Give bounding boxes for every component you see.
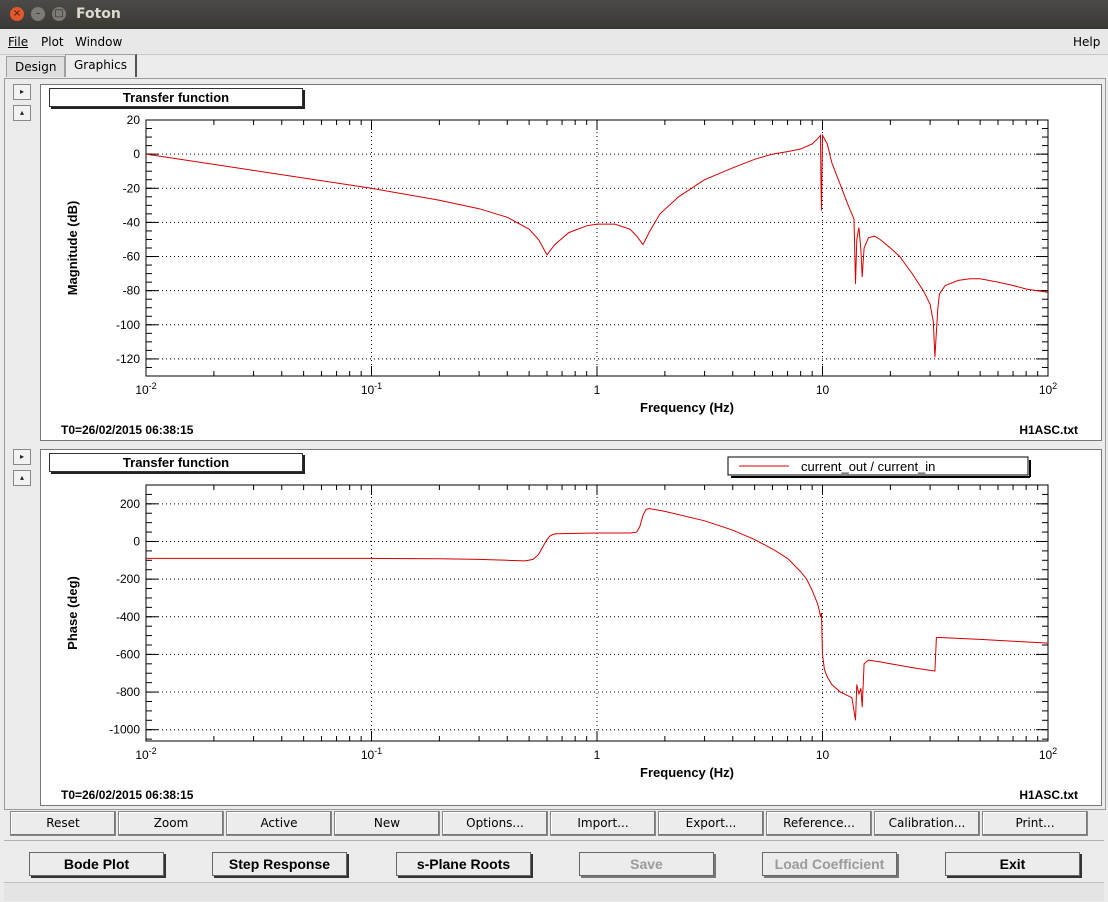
y-tick-label: -200 xyxy=(116,572,140,586)
reference-button[interactable]: Reference... xyxy=(766,811,872,836)
x-tick-label: 102 xyxy=(1039,746,1057,762)
y-tick-label: -120 xyxy=(116,352,140,366)
x-tick-label: 1 xyxy=(594,748,601,762)
export-button[interactable]: Export... xyxy=(658,811,764,836)
menu-help[interactable]: Help xyxy=(1073,35,1100,49)
s-plane-roots-button[interactable]: s-Plane Roots xyxy=(396,852,531,876)
bode-plot-button[interactable]: Bode Plot xyxy=(29,852,164,876)
menu-bar: File Plot Window Help xyxy=(0,29,1108,55)
menu-file[interactable]: File xyxy=(8,35,28,49)
x-axis-label: Frequency (Hz) xyxy=(640,400,734,415)
x-tick-label: 10-1 xyxy=(361,746,382,762)
y-tick-label: -400 xyxy=(116,610,140,624)
filename-label: H1ASC.txt xyxy=(1019,423,1078,437)
y-tick-label: 200 xyxy=(120,497,140,511)
close-icon[interactable]: × xyxy=(10,7,24,21)
y-axis-label: Magnitude (dB) xyxy=(65,201,80,296)
phase-plot-pad[interactable]: Transfer function 200 0 -200 -400 -600 -800 -1… xyxy=(40,449,1102,806)
new-button[interactable]: New xyxy=(334,811,440,836)
timestamp-label: T0=26/02/2015 06:38:15 xyxy=(61,788,194,802)
expand-icon[interactable]: ▸ xyxy=(13,449,31,465)
action-bar: Bode Plot Step Response s-Plane Roots Sa… xyxy=(4,840,1104,881)
y-tick-label: -800 xyxy=(116,685,140,699)
magnitude-plot-pad[interactable]: Transfer function 20 0 -20 -40 -60 -80 -100 -12… xyxy=(40,84,1102,441)
y-tick-label: -80 xyxy=(123,284,141,298)
legend-label: current_out / current_in xyxy=(801,459,935,474)
x-tick-label: 10 xyxy=(816,383,830,397)
filename-label: H1ASC.txt xyxy=(1019,788,1078,802)
calibration-button[interactable]: Calibration... xyxy=(874,811,980,836)
x-axis-label: Frequency (Hz) xyxy=(640,765,734,780)
x-tick-label: 10-1 xyxy=(361,381,382,397)
y-tick-label: -20 xyxy=(123,181,141,195)
timestamp-label: T0=26/02/2015 06:38:15 xyxy=(61,423,194,437)
x-tick-label: 1 xyxy=(594,383,601,397)
y-tick-label: 0 xyxy=(133,534,140,548)
maximize-icon[interactable]: □ xyxy=(52,7,66,21)
minimize-icon[interactable]: – xyxy=(31,7,45,21)
plot-toolbar: Reset Zoom Active New Options... Import.… xyxy=(10,811,1090,836)
tab-bar: Design Graphics xyxy=(0,54,1108,78)
y-axis-label: Phase (deg) xyxy=(65,576,80,650)
x-tick-label: 10 xyxy=(816,748,830,762)
tab-design[interactable]: Design xyxy=(6,56,66,77)
menu-plot[interactable]: Plot xyxy=(41,35,64,49)
y-tick-label: -100 xyxy=(116,318,140,332)
window-title: Foton xyxy=(76,6,121,22)
collapse-icon[interactable]: ▴ xyxy=(13,470,31,486)
print-button[interactable]: Print... xyxy=(982,811,1088,836)
import-button[interactable]: Import... xyxy=(550,811,656,836)
collapse-icon[interactable]: ▴ xyxy=(13,105,31,121)
legend: current_out / current_in xyxy=(727,456,1031,478)
y-tick-label: 0 xyxy=(133,147,140,161)
tab-graphics[interactable]: Graphics xyxy=(65,54,137,77)
y-tick-label: -600 xyxy=(116,647,140,661)
title-bar: × – □ Foton xyxy=(0,0,1108,29)
active-button[interactable]: Active xyxy=(226,811,332,836)
expand-icon[interactable]: ▸ xyxy=(13,84,31,100)
menu-window[interactable]: Window xyxy=(75,35,122,49)
save-button[interactable]: Save xyxy=(579,852,714,876)
zoom-button[interactable]: Zoom xyxy=(118,811,224,836)
x-tick-label: 102 xyxy=(1039,381,1057,397)
graphics-panel: ▸ ▴ ▸ ▴ Transfer function 20 0 -20 -40 -60 -8… xyxy=(4,78,1106,810)
y-tick-label: 20 xyxy=(127,113,141,127)
status-bar xyxy=(4,882,1104,901)
x-tick-label: 10-2 xyxy=(135,381,156,397)
reset-button[interactable]: Reset xyxy=(10,811,116,836)
options-button[interactable]: Options... xyxy=(442,811,548,836)
step-response-button[interactable]: Step Response xyxy=(212,852,347,876)
y-tick-label: -40 xyxy=(123,215,141,229)
x-tick-label: 10-2 xyxy=(135,746,156,762)
magnitude-chart[interactable]: 20 0 -20 -40 -60 -80 -100 -120 10-2 10-1 1 10 102 Fre… xyxy=(41,85,1099,438)
load-coefficient-button[interactable]: Load Coefficient xyxy=(762,852,897,876)
y-tick-label: -1000 xyxy=(109,723,140,737)
phase-chart[interactable]: 200 0 -200 -400 -600 -800 -1000 10-2 10-1 1 10 102 F… xyxy=(41,450,1099,803)
y-tick-label: -60 xyxy=(123,250,141,264)
exit-button[interactable]: Exit xyxy=(945,852,1080,876)
